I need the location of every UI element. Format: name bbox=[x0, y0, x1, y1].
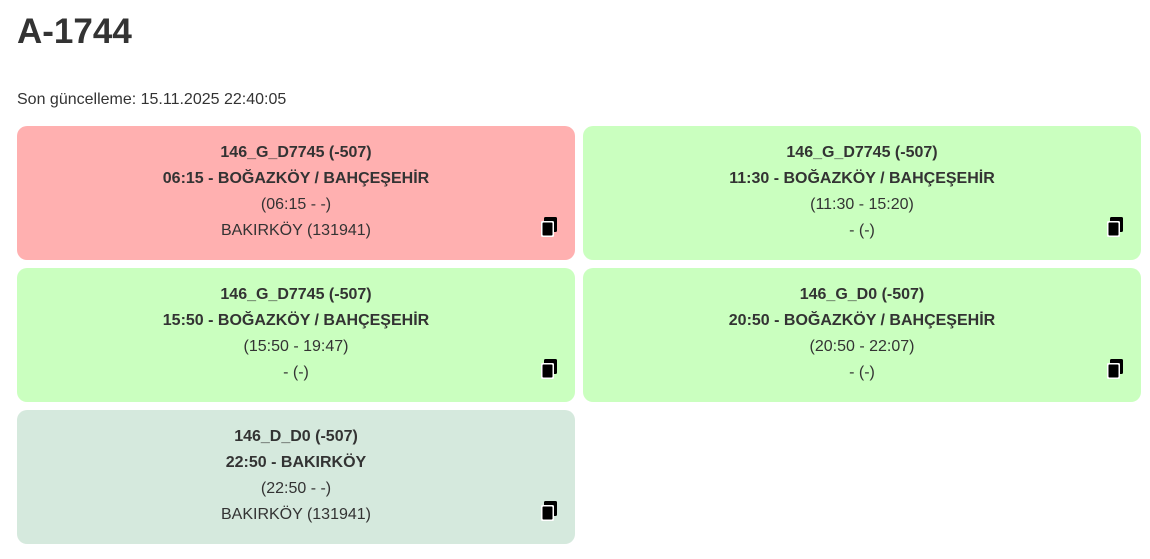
trip-card: 146_G_D7745 (-507) 11:30 - BOĞAZKÖY / BA… bbox=[583, 126, 1141, 260]
trip-code: 146_G_D0 (-507) bbox=[799, 286, 925, 303]
copy-icon[interactable] bbox=[540, 501, 558, 521]
trip-code: 146_G_D7745 (-507) bbox=[786, 144, 938, 161]
copy-icon[interactable] bbox=[540, 217, 558, 237]
trip-route: 22:50 - BAKIRKÖY bbox=[225, 454, 367, 471]
trip-location: BAKIRKÖY (131941) bbox=[220, 506, 371, 523]
trip-card: 146_G_D7745 (-507) 06:15 - BOĞAZKÖY / BA… bbox=[17, 126, 575, 260]
trip-location: - (-) bbox=[849, 364, 875, 381]
trip-code: 146_G_D7745 (-507) bbox=[220, 286, 372, 303]
trip-location: - (-) bbox=[283, 364, 309, 381]
trip-route: 15:50 - BOĞAZKÖY / BAHÇEŞEHİR bbox=[162, 312, 430, 329]
trip-code: 146_D_D0 (-507) bbox=[234, 428, 358, 445]
copy-icon[interactable] bbox=[1106, 359, 1124, 379]
trip-card-grid: 146_G_D7745 (-507) 06:15 - BOĞAZKÖY / BA… bbox=[17, 126, 1141, 544]
copy-icon[interactable] bbox=[1106, 217, 1124, 237]
copy-icon[interactable] bbox=[540, 359, 558, 379]
trip-times: (20:50 - 22:07) bbox=[809, 338, 915, 355]
last-update-text: Son güncelleme: 15.11.2025 22:40:05 bbox=[17, 91, 287, 108]
trip-card: 146_D_D0 (-507) 22:50 - BAKIRKÖY (22:50 … bbox=[17, 410, 575, 544]
trip-route: 20:50 - BOĞAZKÖY / BAHÇEŞEHİR bbox=[728, 312, 996, 329]
page-title: A-1744 bbox=[17, 12, 132, 51]
trip-times: (06:15 - -) bbox=[260, 196, 332, 213]
trip-card: 146_G_D0 (-507) 20:50 - BOĞAZKÖY / BAHÇE… bbox=[583, 268, 1141, 402]
trip-code: 146_G_D7745 (-507) bbox=[220, 144, 372, 161]
trip-location: BAKIRKÖY (131941) bbox=[220, 222, 371, 239]
trip-times: (11:30 - 15:20) bbox=[810, 196, 914, 213]
trip-route: 06:15 - BOĞAZKÖY / BAHÇEŞEHİR bbox=[162, 170, 430, 187]
trip-route: 11:30 - BOĞAZKÖY / BAHÇEŞEHİR bbox=[729, 170, 995, 187]
trip-times: (22:50 - -) bbox=[260, 480, 332, 497]
trip-times: (15:50 - 19:47) bbox=[243, 338, 349, 355]
trip-location: - (-) bbox=[849, 222, 875, 239]
trip-card: 146_G_D7745 (-507) 15:50 - BOĞAZKÖY / BA… bbox=[17, 268, 575, 402]
